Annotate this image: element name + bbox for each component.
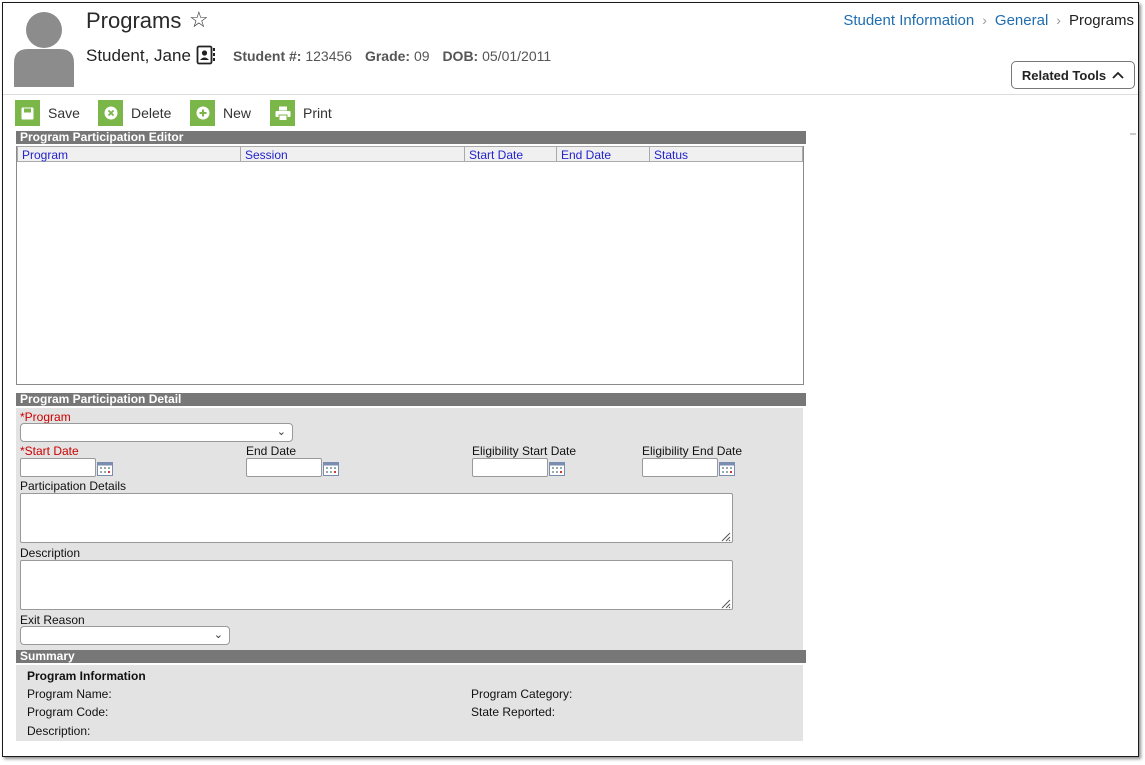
resize-grip-icon[interactable] bbox=[719, 596, 731, 609]
add-icon bbox=[190, 100, 215, 126]
detail-panel-header: Program Participation Detail bbox=[16, 393, 806, 406]
breadcrumb-link-general[interactable]: General bbox=[995, 12, 1048, 29]
column-header-session[interactable]: Session bbox=[241, 146, 465, 162]
chevron-down-icon: ⌄ bbox=[276, 426, 286, 438]
grade-label: Grade: bbox=[364, 48, 411, 64]
description-label: Description bbox=[20, 546, 81, 560]
summary-panel-header: Summary bbox=[16, 650, 806, 663]
page-title: Programs bbox=[86, 8, 182, 33]
related-tools-button[interactable]: Related Tools bbox=[1011, 61, 1135, 89]
header-divider bbox=[3, 94, 1138, 95]
dob-value: 05/01/2011 bbox=[482, 48, 552, 64]
participation-details-textarea[interactable] bbox=[20, 493, 733, 543]
student-meta: Student #: 123456 Grade: 09 DOB: 05/01/2… bbox=[233, 48, 551, 64]
breadcrumb-current: Programs bbox=[1068, 12, 1134, 29]
student-number: 123456 bbox=[305, 48, 353, 64]
program-name-label: Program Name: bbox=[27, 687, 112, 701]
chevron-down-icon: ⌄ bbox=[213, 629, 223, 641]
new-label: New bbox=[223, 105, 252, 121]
print-icon bbox=[270, 100, 295, 126]
start-date-label: *Start Date bbox=[20, 444, 79, 458]
delete-button[interactable]: Delete bbox=[98, 100, 171, 126]
calendar-icon[interactable] bbox=[719, 461, 735, 476]
program-select[interactable]: ⌄ bbox=[20, 423, 293, 442]
program-label: *Program bbox=[20, 410, 71, 424]
start-date-input[interactable] bbox=[20, 458, 96, 477]
state-reported-label: State Reported: bbox=[471, 705, 556, 719]
program-participation-detail: *Program ⌄ *Start Date End Date Eligibil… bbox=[16, 408, 803, 651]
column-header-program[interactable]: Program bbox=[17, 146, 241, 162]
description-textarea[interactable] bbox=[20, 560, 733, 610]
editor-panel-header: Program Participation Editor bbox=[16, 131, 806, 144]
print-button[interactable]: Print bbox=[270, 100, 332, 126]
end-date-label: End Date bbox=[246, 444, 297, 458]
print-label: Print bbox=[303, 105, 332, 121]
end-date-input[interactable] bbox=[246, 458, 322, 477]
dob-label: DOB: bbox=[442, 48, 479, 64]
column-header-end-date[interactable]: End Date bbox=[557, 146, 650, 162]
page-scrollbar[interactable] bbox=[1130, 133, 1136, 135]
chevron-up-icon bbox=[1112, 71, 1124, 79]
eligibility-end-date-input[interactable] bbox=[642, 458, 718, 477]
delete-icon bbox=[98, 100, 123, 126]
calendar-icon[interactable] bbox=[97, 461, 113, 476]
calendar-icon[interactable] bbox=[323, 461, 339, 476]
participation-details-label: Participation Details bbox=[20, 479, 127, 493]
delete-label: Delete bbox=[131, 105, 172, 121]
summary-description-label: Description: bbox=[27, 724, 91, 738]
resize-grip-icon[interactable] bbox=[719, 529, 731, 542]
program-category-label: Program Category: bbox=[471, 687, 573, 701]
chevron-right-icon: › bbox=[1056, 12, 1061, 28]
summary-panel: Program Information Program Name: Progra… bbox=[16, 665, 803, 741]
calendar-icon[interactable] bbox=[549, 461, 565, 476]
program-information-heading: Program Information bbox=[27, 669, 146, 683]
eligibility-end-date-label: Eligibility End Date bbox=[642, 444, 743, 458]
eligibility-start-date-label: Eligibility Start Date bbox=[472, 444, 577, 458]
related-tools-label: Related Tools bbox=[1021, 67, 1107, 83]
student-name: Student, Jane bbox=[86, 46, 191, 65]
student-number-label: Student #: bbox=[233, 48, 302, 64]
chevron-right-icon: › bbox=[982, 12, 987, 28]
new-button[interactable]: New bbox=[190, 100, 251, 126]
eligibility-start-date-input[interactable] bbox=[472, 458, 548, 477]
app-frame: Programs ☆ Student Information › General › P… bbox=[2, 2, 1139, 757]
grade-value: 09 bbox=[413, 48, 430, 64]
column-header-status[interactable]: Status bbox=[650, 146, 803, 162]
avatar-icon bbox=[14, 11, 74, 87]
save-icon bbox=[15, 100, 40, 126]
contact-card-icon[interactable] bbox=[196, 45, 216, 65]
star-icon[interactable]: ☆ bbox=[189, 9, 209, 31]
exit-reason-select[interactable]: ⌄ bbox=[20, 626, 230, 645]
save-button[interactable]: Save bbox=[15, 100, 80, 126]
program-participation-editor: Program Session Start Date End Date Stat… bbox=[16, 146, 804, 385]
breadcrumb-link-student-information[interactable]: Student Information bbox=[843, 12, 974, 29]
save-label: Save bbox=[48, 105, 80, 121]
program-code-label: Program Code: bbox=[27, 705, 109, 719]
exit-reason-label: Exit Reason bbox=[20, 613, 85, 627]
breadcrumb: Student Information › General › Programs bbox=[843, 12, 1134, 29]
column-header-start-date[interactable]: Start Date bbox=[465, 146, 557, 162]
